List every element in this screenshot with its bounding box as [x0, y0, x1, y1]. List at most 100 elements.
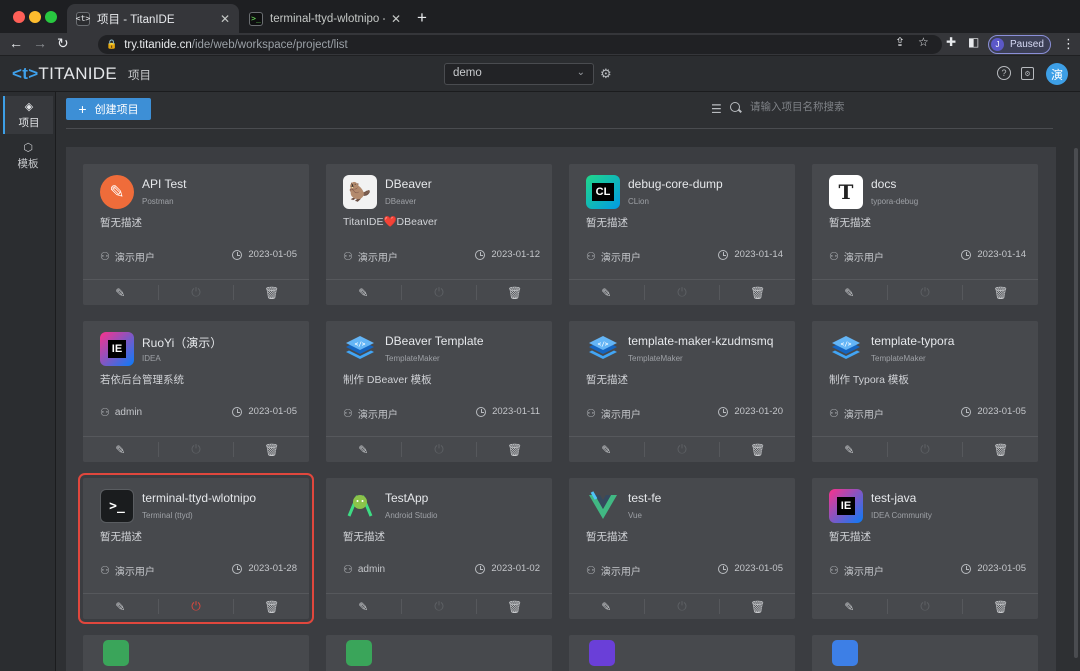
power-icon[interactable]: ⏻ — [402, 599, 478, 614]
forward-arrow-icon[interactable]: → — [33, 35, 47, 51]
user-avatar[interactable]: 演 — [1046, 63, 1068, 85]
sidepanel-icon[interactable]: ◧ — [968, 35, 979, 49]
project-type: TemplateMaker — [385, 354, 440, 363]
help-icon[interactable]: ? — [997, 66, 1011, 80]
delete-icon[interactable]: 🗑 — [720, 442, 795, 457]
close-tab-icon[interactable]: ✕ — [220, 12, 230, 26]
scrollbar[interactable] — [1074, 148, 1078, 658]
svg-text:</>: </> — [841, 341, 852, 348]
project-card-terminal-ttyd[interactable]: >_ terminal-ttyd-wlotnipo Terminal (ttyd… — [78, 473, 314, 624]
window-zoom-button[interactable] — [45, 11, 57, 23]
power-icon[interactable]: ⏻ — [645, 285, 721, 300]
power-icon[interactable]: ⏻ — [159, 285, 235, 300]
reload-icon[interactable]: ↻ — [57, 35, 69, 52]
browser-tab-projects[interactable]: <t> 项目 - TitanIDE ✕ — [67, 4, 239, 33]
create-project-button[interactable]: + 创建项目 — [66, 98, 151, 120]
power-icon[interactable]: ⏻ — [159, 599, 235, 614]
user-icon: ⚇ — [100, 407, 110, 419]
owner-name: admin — [357, 564, 386, 575]
project-date: 2023-01-02 — [475, 563, 540, 574]
browser-menu-icon[interactable]: ⋮ — [1062, 36, 1075, 52]
project-card-docs[interactable]: T docs typora-debug 暂无描述 ⚇ 演示用户 2023-01-1… — [812, 164, 1038, 305]
create-project-label: 创建项目 — [94, 104, 139, 116]
project-card-template-maker[interactable]: </> template-maker-kzudmsmq TemplateMake… — [569, 321, 795, 462]
user-icon: ⚇ — [586, 251, 596, 263]
project-card-ruoyi[interactable]: IE RuoYi（演示） IDEA 若依后台管理系统 ⚇ admin 2023-0… — [83, 321, 309, 462]
delete-icon[interactable]: 🗑 — [477, 442, 552, 457]
extensions-puzzle-icon[interactable]: ✚ — [946, 35, 956, 49]
power-icon[interactable]: ⏻ — [645, 442, 721, 457]
project-card-testapp[interactable]: TestApp Android Studio 暂无描述 ⚇ admin 2023-… — [326, 478, 552, 619]
delete-icon[interactable]: 🗑 — [720, 599, 795, 614]
list-filter-icon[interactable]: ☰ — [711, 102, 722, 116]
power-icon[interactable]: ⏻ — [888, 285, 964, 300]
power-icon[interactable]: ⏻ — [402, 285, 478, 300]
project-name: test-fe — [628, 491, 662, 505]
project-date: 2023-01-05 — [961, 563, 1026, 574]
project-card-dbeaver-template[interactable]: </> DBeaver Template TemplateMaker 制作 DB… — [326, 321, 552, 462]
edit-icon[interactable]: ✎ — [83, 442, 159, 457]
window-minimize-button[interactable] — [29, 11, 41, 23]
workspace-settings-gear-icon[interactable]: ⚙ — [600, 66, 612, 82]
profile-paused-button[interactable]: J Paused — [988, 35, 1051, 54]
project-card-test-fe[interactable]: test-fe Vue 暂无描述 ⚇ 演示用户 2023-01-05 ✎ ⏻ 🗑 — [569, 478, 795, 619]
project-card-debug-core-dump[interactable]: CL debug-core-dump CLion 暂无描述 ⚇ 演示用户 2023… — [569, 164, 795, 305]
back-arrow-icon[interactable]: ← — [9, 35, 23, 51]
project-card-template-typora[interactable]: </> template-typora TemplateMaker 制作 Typ… — [812, 321, 1038, 462]
bookmark-star-icon[interactable]: ☆ — [918, 35, 929, 49]
delete-icon[interactable]: 🗑 — [963, 442, 1038, 457]
project-date: 2023-01-20 — [718, 406, 783, 417]
edit-icon[interactable]: ✎ — [569, 442, 645, 457]
power-icon[interactable]: ⏻ — [645, 599, 721, 614]
titanide-logo[interactable]: <t>TITANIDE — [12, 64, 117, 84]
sidebar-item-projects[interactable]: ◈ 项目 — [3, 96, 53, 134]
project-card-partial[interactable] — [812, 635, 1038, 671]
project-type: Postman — [142, 197, 174, 206]
share-icon[interactable]: ⇪ — [895, 35, 905, 49]
edit-icon[interactable]: ✎ — [812, 285, 888, 300]
power-icon[interactable]: ⏻ — [159, 442, 235, 457]
power-icon[interactable]: ⏻ — [888, 599, 964, 614]
edit-icon[interactable]: ✎ — [569, 599, 645, 614]
edit-icon[interactable]: ✎ — [569, 285, 645, 300]
sidebar-item-templates[interactable]: ⬡ 模板 — [3, 137, 53, 175]
workspace-select[interactable]: demo ⌄ — [444, 63, 594, 85]
power-icon[interactable]: ⏻ — [888, 442, 964, 457]
close-tab-icon[interactable]: ✕ — [391, 12, 401, 26]
project-card-partial[interactable] — [326, 635, 552, 671]
nav-projects[interactable]: 项目 — [128, 67, 151, 83]
delete-icon[interactable]: 🗑 — [720, 285, 795, 300]
power-icon[interactable]: ⏻ — [402, 442, 478, 457]
delete-icon[interactable]: 🗑 — [477, 599, 552, 614]
delete-icon[interactable]: 🗑 — [963, 285, 1038, 300]
new-tab-icon[interactable]: + — [417, 8, 427, 28]
edit-icon[interactable]: ✎ — [326, 285, 402, 300]
user-icon: ⚇ — [343, 408, 353, 420]
delete-icon[interactable]: 🗑 — [477, 285, 552, 300]
browser-tab-terminal[interactable]: >_ terminal-ttyd-wlotnipo - Titan ✕ — [240, 4, 410, 33]
delete-icon[interactable]: 🗑 — [234, 285, 309, 300]
owner-name: 演示用户 — [114, 567, 155, 578]
edit-icon[interactable]: ✎ — [326, 442, 402, 457]
project-card-partial[interactable] — [83, 635, 309, 671]
edit-icon[interactable]: ✎ — [326, 599, 402, 614]
delete-icon[interactable]: 🗑 — [234, 599, 309, 614]
project-card-test-java[interactable]: IE test-java IDEA Community 暂无描述 ⚇ 演示用户 2… — [812, 478, 1038, 619]
app-header: <t>TITANIDE 项目 demo ⌄ ⚙ ? ⚙ 演 — [0, 56, 1080, 92]
project-card-partial[interactable] — [569, 635, 795, 671]
delete-icon[interactable]: 🗑 — [963, 599, 1038, 614]
edit-icon[interactable]: ✎ — [812, 599, 888, 614]
admin-settings-icon[interactable]: ⚙ — [1021, 67, 1034, 80]
project-card-dbeaver[interactable]: 🦫 DBeaver DBeaver TitanIDE❤️DBeaver ⚇ 演示用… — [326, 164, 552, 305]
window-close-button[interactable] — [13, 11, 25, 23]
divider — [66, 128, 1053, 129]
edit-icon[interactable]: ✎ — [812, 442, 888, 457]
project-card-api-test[interactable]: ✎ API Test Postman 暂无描述 ⚇ 演示用户 2023-01-05… — [83, 164, 309, 305]
edit-icon[interactable]: ✎ — [83, 599, 159, 614]
postman-icon: ✎ — [100, 175, 134, 209]
project-search-input[interactable] — [750, 101, 950, 113]
logo-text: TITANIDE — [38, 64, 118, 83]
edit-icon[interactable]: ✎ — [83, 285, 159, 300]
delete-icon[interactable]: 🗑 — [234, 442, 309, 457]
url-bar[interactable]: 🔒 try.titanide.cn/ide/web/workspace/proj… — [98, 35, 942, 54]
